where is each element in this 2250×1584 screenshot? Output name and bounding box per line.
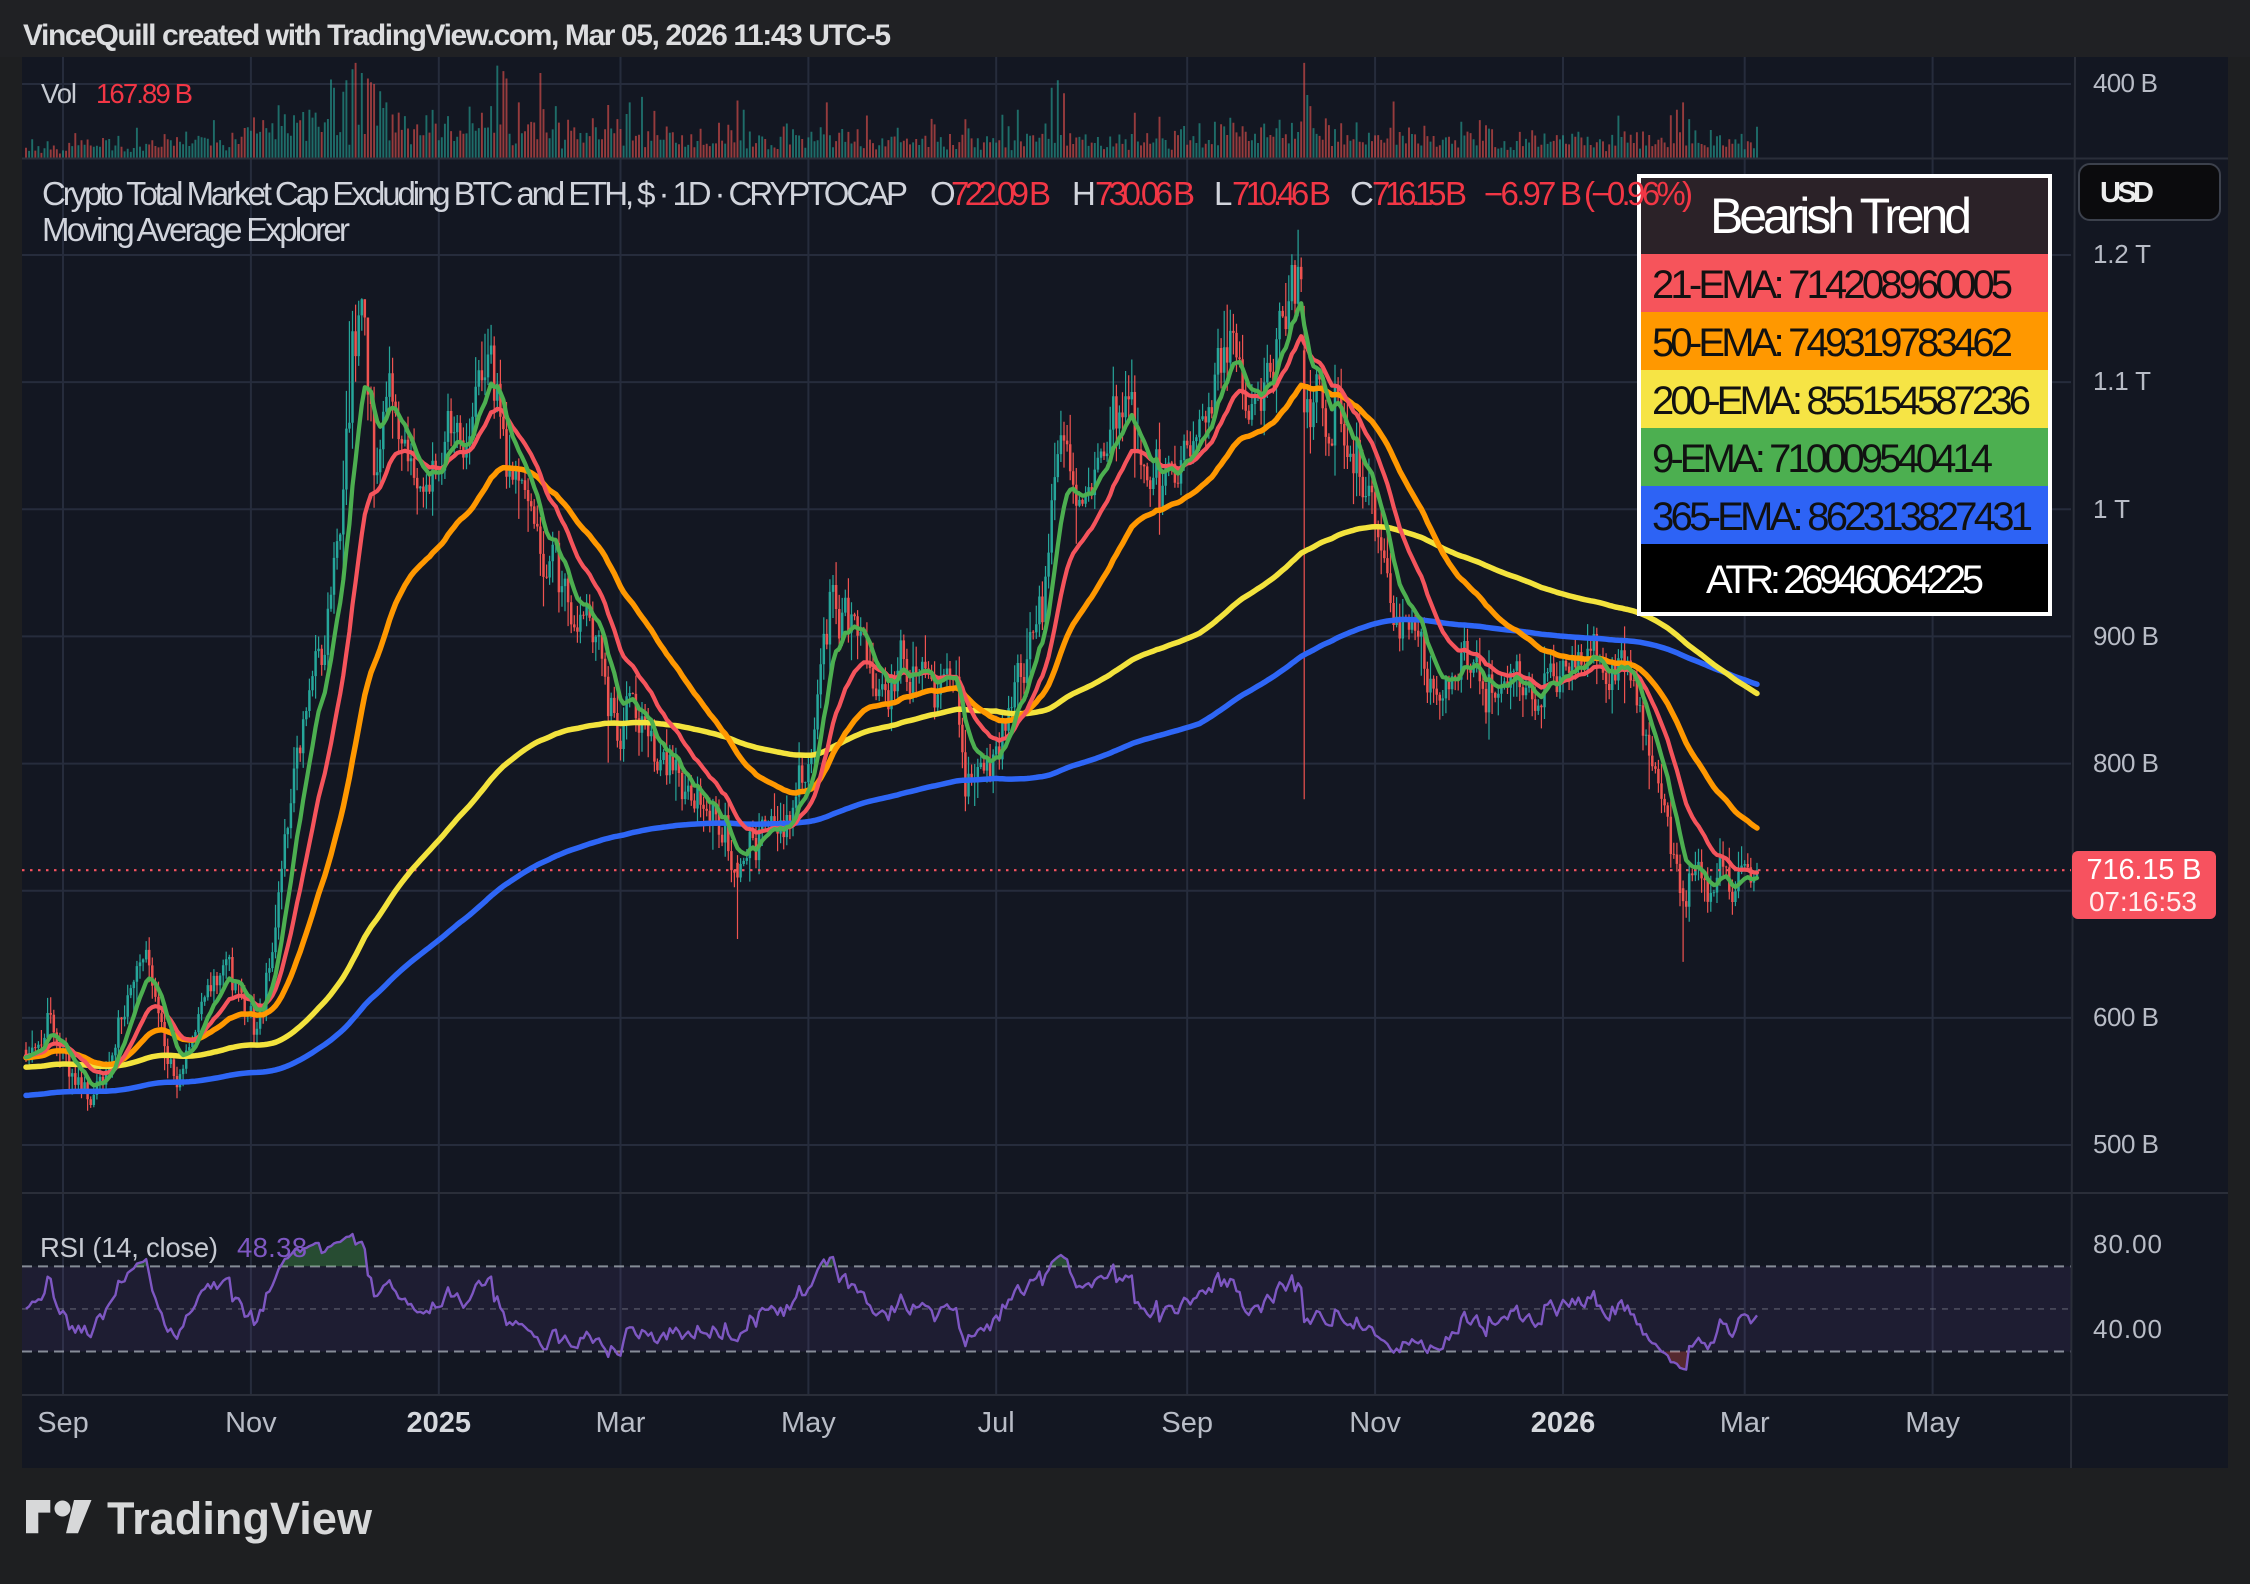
svg-text:2026: 2026 — [1531, 1407, 1596, 1439]
svg-text:800 B: 800 B — [2093, 748, 2159, 778]
svg-text:VinceQuill created with Tradin: VinceQuill created with TradingView.com,… — [23, 19, 891, 52]
svg-text:600 B: 600 B — [2093, 1002, 2159, 1032]
svg-text:2025: 2025 — [407, 1407, 472, 1439]
svg-text:716.15 B: 716.15 B — [1372, 175, 1467, 212]
svg-text:Nov: Nov — [225, 1407, 277, 1439]
svg-text:1 T: 1 T — [2093, 494, 2130, 524]
svg-text:Jul: Jul — [978, 1407, 1015, 1439]
svg-text:C: C — [1350, 175, 1374, 212]
svg-text:−6.97 B: −6.97 B — [1484, 175, 1582, 212]
svg-text:ATR: 26946064225: ATR: 26946064225 — [1706, 558, 1984, 602]
svg-text:H: H — [1072, 175, 1096, 212]
svg-text:730.06 B: 730.06 B — [1095, 175, 1195, 212]
svg-text:May: May — [781, 1407, 836, 1439]
svg-text:Sep: Sep — [1161, 1407, 1213, 1439]
svg-text:USD: USD — [2100, 177, 2154, 209]
svg-text:900 B: 900 B — [2093, 621, 2159, 651]
svg-text:TradingView: TradingView — [107, 1493, 373, 1544]
svg-text:May: May — [1905, 1407, 1960, 1439]
svg-text:1.1 T: 1.1 T — [2093, 366, 2151, 396]
svg-text:400 B: 400 B — [2093, 68, 2158, 98]
svg-text:Sep: Sep — [37, 1407, 89, 1439]
svg-text:Crypto Total Market Cap Exclud: Crypto Total Market Cap Excluding BTC an… — [42, 175, 908, 212]
svg-text:710.46 B: 710.46 B — [1232, 175, 1331, 212]
svg-text:365-EMA: 862313827431: 365-EMA: 862313827431 — [1652, 495, 2033, 539]
svg-text:200-EMA: 855154587236: 200-EMA: 855154587236 — [1652, 379, 2031, 423]
svg-text:Moving Average Explorer: Moving Average Explorer — [42, 211, 350, 248]
svg-text:40.00: 40.00 — [2093, 1314, 2162, 1344]
svg-text:L: L — [1214, 175, 1232, 212]
svg-text:80.00: 80.00 — [2093, 1229, 2162, 1259]
svg-text:Mar: Mar — [1720, 1407, 1770, 1439]
svg-text:716.15 B: 716.15 B — [2087, 854, 2202, 886]
svg-text:50-EMA: 749319783462: 50-EMA: 749319783462 — [1652, 321, 2013, 365]
svg-text:Vol: Vol — [41, 78, 77, 109]
svg-text:167.89 B: 167.89 B — [96, 78, 193, 109]
svg-text:48.38: 48.38 — [237, 1232, 307, 1263]
svg-text:(−0.96%): (−0.96%) — [1584, 175, 1693, 212]
svg-text:500 B: 500 B — [2093, 1129, 2159, 1159]
svg-text:Bearish Trend: Bearish Trend — [1710, 188, 1972, 244]
svg-text:RSI (14, close): RSI (14, close) — [40, 1232, 218, 1263]
svg-text:Nov: Nov — [1349, 1407, 1401, 1439]
svg-text:9-EMA: 710009540414: 9-EMA: 710009540414 — [1652, 437, 1993, 481]
svg-text:Mar: Mar — [596, 1407, 646, 1439]
svg-text:21-EMA: 714208960005: 21-EMA: 714208960005 — [1652, 263, 2013, 307]
svg-text:722.09 B: 722.09 B — [951, 175, 1051, 212]
svg-text:1.2 T: 1.2 T — [2093, 239, 2151, 269]
svg-text:07:16:53: 07:16:53 — [2089, 886, 2197, 917]
